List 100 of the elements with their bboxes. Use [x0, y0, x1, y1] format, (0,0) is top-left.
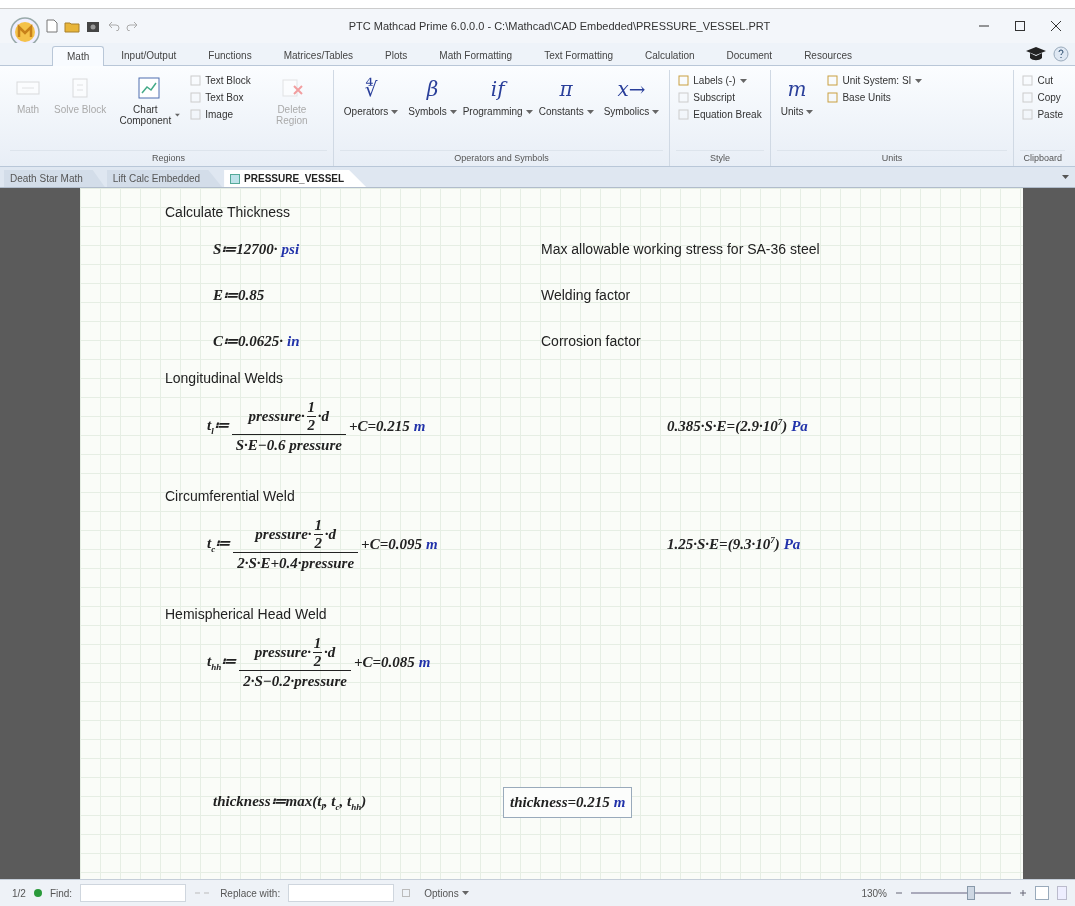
ribbon-tab[interactable]: Input/Output — [106, 45, 192, 65]
math-expression: S≔12700· — [213, 240, 278, 258]
ribbon-tab[interactable]: Plots — [370, 45, 423, 65]
math-expression: thickness≔max(t$_{l}$, t$_{c}$, t$_{hh}$) — [213, 793, 367, 809]
ribbon-tab[interactable]: Text Formatting — [529, 45, 629, 65]
zoom-in-icon[interactable] — [1019, 889, 1027, 897]
math-expression: 1 — [307, 398, 316, 416]
command-icon — [827, 92, 839, 103]
ribbon-button[interactable]: m Units — [776, 74, 818, 119]
file-tab[interactable]: Lift Calc Embedded — [106, 170, 223, 187]
math-expression: pressure· — [248, 407, 305, 425]
zoom-out-icon[interactable] — [895, 889, 903, 897]
options-button[interactable]: Options — [418, 886, 475, 900]
math-expression: +C=0.085 — [353, 653, 415, 671]
draft-view-icon[interactable] — [1057, 886, 1067, 900]
help-icon[interactable] — [1053, 46, 1069, 62]
file-tab[interactable]: PRESSURE_VESSEL — [224, 170, 367, 187]
ribbon-button[interactable]: x→ Symbolics — [599, 74, 664, 119]
unit-text: m — [425, 535, 438, 553]
file-tab[interactable]: Death Star Math — [4, 170, 105, 187]
math-expression: 2 — [314, 534, 322, 552]
description-text: Max allowable working stress for SA-36 steel — [541, 241, 821, 257]
ribbon-tab[interactable]: Math Formatting — [424, 45, 528, 65]
command-icon — [1022, 109, 1034, 120]
math-expression: thickness=0.215 — [510, 793, 610, 811]
math-expression: 2 — [313, 652, 322, 670]
graduation-cap-icon[interactable] — [1025, 46, 1047, 62]
zoom-level: 130% — [861, 887, 887, 899]
ribbon-tab[interactable]: Math — [52, 46, 105, 66]
document-icon — [230, 173, 241, 184]
math-expression: ·d — [324, 643, 336, 661]
ribbon-button[interactable]: Chart Component — [114, 74, 185, 128]
math-expression: 0.385·S·E=(2.9·10$^{7}$) — [667, 417, 788, 435]
find-label: Find: — [49, 887, 73, 899]
math-expression: pressure· — [254, 643, 312, 661]
status-dot-icon — [33, 889, 42, 897]
maximize-icon[interactable] — [1015, 21, 1025, 31]
group-label: Style — [676, 150, 764, 166]
ribbon-button[interactable]: ∜ Operators — [339, 74, 403, 119]
find-field[interactable] — [80, 884, 187, 902]
ribbon-button[interactable]: Base Units — [825, 91, 925, 104]
slider-thumb[interactable] — [967, 886, 975, 900]
unit-text: m — [418, 653, 431, 671]
ribbon-tab[interactable]: Document — [711, 45, 788, 65]
ribbon-button[interactable]: Labels (-) — [676, 74, 764, 87]
caret-icon — [461, 891, 469, 895]
section-heading: Longitudinal Welds — [165, 370, 285, 388]
command-icon — [678, 109, 690, 120]
group-label: Clipboard — [1020, 150, 1065, 166]
close-icon[interactable] — [1051, 21, 1061, 31]
math-expression: 1.25·S·E=(9.3·10$^{7}$) — [667, 535, 780, 553]
section-heading: Hemispherical Head Weld — [165, 606, 328, 624]
group-label: Operators and Symbols — [339, 150, 664, 166]
description-text: Welding factor — [541, 287, 632, 303]
save-icon[interactable] — [86, 19, 100, 33]
math-expression: C≔0.0625· — [213, 332, 283, 350]
ribbon-tab[interactable]: Calculation — [630, 45, 710, 65]
math-expression: 1 — [313, 634, 322, 652]
undo-icon[interactable] — [106, 21, 120, 31]
new-document-icon[interactable] — [46, 19, 58, 33]
replace-icon[interactable] — [402, 889, 411, 897]
math-expression: t$_{l}$≔ — [207, 416, 229, 436]
caret-icon[interactable] — [1062, 175, 1069, 179]
math-expression: +C=0.095 — [361, 535, 422, 553]
math-expression: 2 — [307, 416, 316, 434]
math-expression: E≔0.85 — [213, 286, 265, 304]
ribbon-button[interactable]: Unit System: SI — [825, 74, 925, 87]
ribbon-button[interactable]: π Constants — [534, 74, 598, 119]
math-expression: ·d — [317, 407, 330, 425]
unit-text: in — [287, 332, 300, 350]
page-counter: 1/2 — [12, 887, 26, 899]
math-expression: t$_{c}$≔ — [207, 534, 231, 554]
window-title: PTC Mathcad Prime 6.0.0.0 - C:\Mathcad\CAD Embedded\PRESSURE_VESSEL.PRT — [347, 20, 772, 32]
math-expression: 2·S·E+0.4·pressure — [237, 554, 355, 571]
unit-text: Pa — [791, 417, 808, 435]
replace-label: Replace with: — [220, 887, 281, 899]
ribbon-button[interactable]: if Programming — [462, 74, 533, 119]
unit-text: m — [613, 793, 626, 811]
math-expression: 2·S−0.2·pressure — [243, 672, 347, 689]
section-heading: Circumferential Weld — [165, 488, 296, 506]
command-icon — [1022, 75, 1034, 86]
redo-icon[interactable] — [126, 21, 140, 31]
unit-text: Pa — [783, 535, 801, 553]
group-label: Units — [776, 150, 1008, 166]
ribbon-tab[interactable]: Matrices/Tables — [268, 45, 369, 65]
folder-icon[interactable] — [64, 19, 80, 33]
command-icon — [827, 75, 839, 86]
description-text: Corrosion factor — [541, 333, 642, 349]
ribbon-tab[interactable]: Resources — [789, 45, 867, 65]
command-icon — [190, 92, 202, 103]
ribbon-tab[interactable]: Functions — [193, 45, 267, 65]
ribbon-button[interactable]: β Symbols — [404, 74, 461, 119]
command-icon — [678, 75, 690, 86]
replace-field[interactable] — [288, 884, 395, 902]
command-icon — [190, 75, 202, 86]
section-heading: Calculate Thickness — [165, 204, 292, 222]
unit-text: m — [413, 417, 426, 435]
page-view-icon[interactable] — [1035, 886, 1049, 900]
command-icon — [678, 92, 690, 103]
command-icon — [190, 109, 202, 120]
